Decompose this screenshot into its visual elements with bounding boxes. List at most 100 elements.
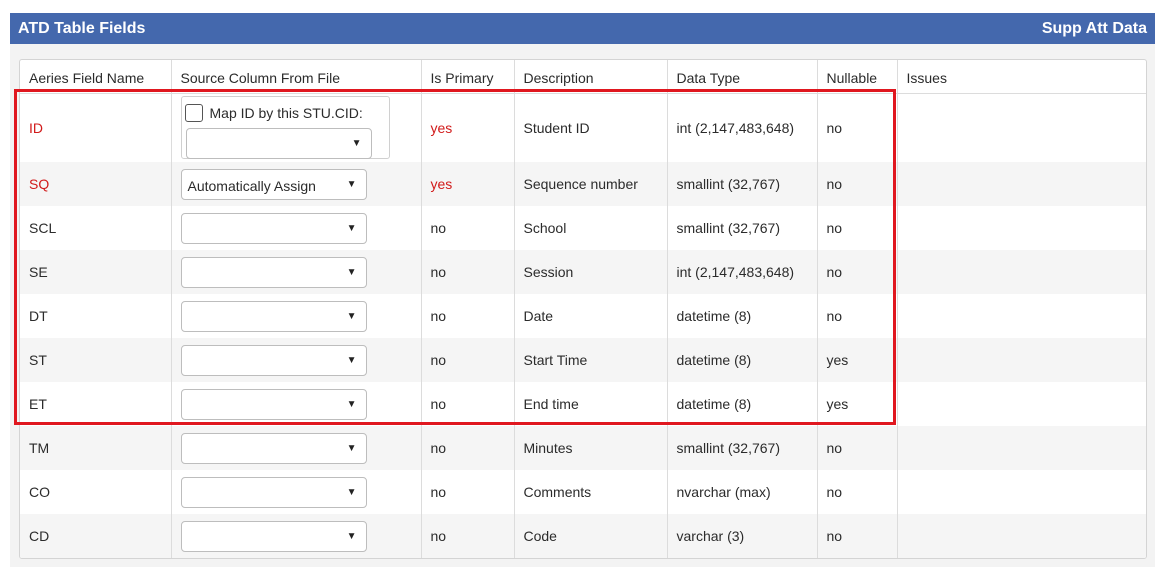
table-row: SE ▼ no Session int (2,147,483,648) no — [20, 250, 1146, 294]
data-type-cell: int (2,147,483,648) — [667, 250, 818, 294]
is-primary-cell: no — [421, 294, 515, 338]
map-id-label: Map ID by this STU.CID: — [209, 105, 363, 122]
is-primary-cell: no — [421, 338, 515, 382]
issues-cell — [897, 93, 1146, 162]
description-cell: Code — [514, 514, 668, 558]
description-cell: Sequence number — [514, 162, 668, 206]
source-column-dropdown[interactable]: ▼ — [180, 256, 367, 288]
issues-cell — [897, 206, 1146, 250]
field-name-cell: SCL — [20, 206, 172, 250]
field-name-cell: DT — [20, 294, 172, 338]
source-column-dropdown[interactable]: ▼ — [180, 212, 367, 244]
description-cell: End time — [514, 382, 668, 426]
field-mapping-table: Aeries Field Name Source Column From Fil… — [20, 60, 1146, 558]
table-row: CD ▼ no Code varchar (3) no — [20, 514, 1146, 558]
chevron-down-icon: ▼ — [346, 178, 357, 190]
source-column-cell: ▼ — [171, 250, 422, 294]
column-header-description: Description — [514, 60, 668, 94]
data-type-cell: int (2,147,483,648) — [667, 93, 818, 162]
description-cell: Comments — [514, 470, 668, 514]
source-column-dropdown[interactable]: Automatically Assign ▼ — [180, 168, 367, 200]
nullable-cell: yes — [817, 338, 898, 382]
table-row: ID Map ID by this STU.CID: ▼ yes Student… — [20, 93, 1146, 162]
table-row: CO ▼ no Comments nvarchar (max) no — [20, 470, 1146, 514]
column-header-field-name: Aeries Field Name — [20, 60, 172, 94]
description-cell: Student ID — [514, 93, 668, 162]
issues-cell — [897, 338, 1146, 382]
nullable-cell: no — [817, 162, 898, 206]
chevron-down-icon: ▼ — [346, 310, 357, 322]
source-column-cell: ▼ — [171, 382, 422, 426]
field-name-cell: ET — [20, 382, 172, 426]
description-cell: Date — [514, 294, 668, 338]
issues-cell — [897, 470, 1146, 514]
table-row: ET ▼ no End time datetime (8) yes — [20, 382, 1146, 426]
nullable-cell: no — [817, 294, 898, 338]
chevron-down-icon: ▼ — [351, 138, 362, 150]
nullable-cell: no — [817, 250, 898, 294]
nullable-cell: no — [817, 206, 898, 250]
nullable-cell: no — [817, 514, 898, 558]
table-name-label: Supp Att Data — [1041, 20, 1147, 37]
chevron-down-icon: ▼ — [346, 442, 357, 454]
source-column-dropdown[interactable]: ▼ — [180, 432, 367, 464]
issues-cell — [897, 514, 1146, 558]
data-type-cell: nvarchar (max) — [667, 470, 818, 514]
table-row: TM ▼ no Minutes smallint (32,767) no — [20, 426, 1146, 470]
is-primary-cell: no — [421, 470, 515, 514]
dropdown-value: Automatically Assign — [187, 177, 316, 194]
description-cell: School — [514, 206, 668, 250]
nullable-cell: no — [817, 93, 898, 162]
section-header: ATD Table Fields Supp Att Data — [10, 13, 1155, 44]
field-name-cell: SQ — [20, 162, 172, 206]
data-type-cell: datetime (8) — [667, 382, 818, 426]
source-column-cell: ▼ — [171, 470, 422, 514]
map-id-option-box: Map ID by this STU.CID: ▼ — [180, 96, 390, 160]
field-name-cell: CO — [20, 470, 172, 514]
source-column-dropdown[interactable]: ▼ — [180, 520, 367, 552]
map-id-checkbox[interactable] — [184, 104, 203, 123]
chevron-down-icon: ▼ — [346, 266, 357, 278]
source-column-cell: Automatically Assign ▼ — [171, 162, 422, 206]
chevron-down-icon: ▼ — [346, 222, 357, 234]
is-primary-cell: no — [421, 250, 515, 294]
is-primary-cell: no — [421, 382, 515, 426]
description-cell: Start Time — [514, 338, 668, 382]
field-name-cell: SE — [20, 250, 172, 294]
source-column-cell: ▼ — [171, 294, 422, 338]
data-type-cell: smallint (32,767) — [667, 206, 818, 250]
is-primary-cell: yes — [421, 93, 515, 162]
source-column-dropdown[interactable]: ▼ — [180, 388, 367, 420]
source-column-cell: ▼ — [171, 338, 422, 382]
column-header-nullable: Nullable — [817, 60, 898, 94]
map-id-option: Map ID by this STU.CID: — [184, 102, 389, 124]
column-header-issues: Issues — [897, 60, 1146, 94]
nullable-cell: no — [817, 426, 898, 470]
description-cell: Minutes — [514, 426, 668, 470]
source-column-dropdown[interactable]: ▼ — [180, 476, 367, 508]
chevron-down-icon: ▼ — [346, 530, 357, 542]
data-type-cell: smallint (32,767) — [667, 162, 818, 206]
source-column-cell: Map ID by this STU.CID: ▼ — [171, 93, 422, 162]
column-header-is-primary: Is Primary — [421, 60, 515, 94]
field-name-cell: TM — [20, 426, 172, 470]
chevron-down-icon: ▼ — [346, 486, 357, 498]
source-column-dropdown[interactable]: ▼ — [180, 300, 367, 332]
source-column-dropdown[interactable]: ▼ — [180, 344, 367, 376]
field-name-cell: CD — [20, 514, 172, 558]
data-type-cell: varchar (3) — [667, 514, 818, 558]
issues-cell — [897, 162, 1146, 206]
is-primary-cell: no — [421, 514, 515, 558]
source-column-cell: ▼ — [171, 426, 422, 470]
table-row: SCL ▼ no School smallint (32,767) no — [20, 206, 1146, 250]
source-column-dropdown[interactable]: ▼ — [185, 128, 372, 160]
chevron-down-icon: ▼ — [346, 354, 357, 366]
field-mapping-table-container: Aeries Field Name Source Column From Fil… — [19, 59, 1147, 559]
nullable-cell: no — [817, 470, 898, 514]
field-name-cell: ID — [20, 93, 172, 162]
column-header-source-column: Source Column From File — [171, 60, 422, 94]
table-row: DT ▼ no Date datetime (8) no — [20, 294, 1146, 338]
column-header-data-type: Data Type — [667, 60, 818, 94]
description-cell: Session — [514, 250, 668, 294]
nullable-cell: yes — [817, 382, 898, 426]
